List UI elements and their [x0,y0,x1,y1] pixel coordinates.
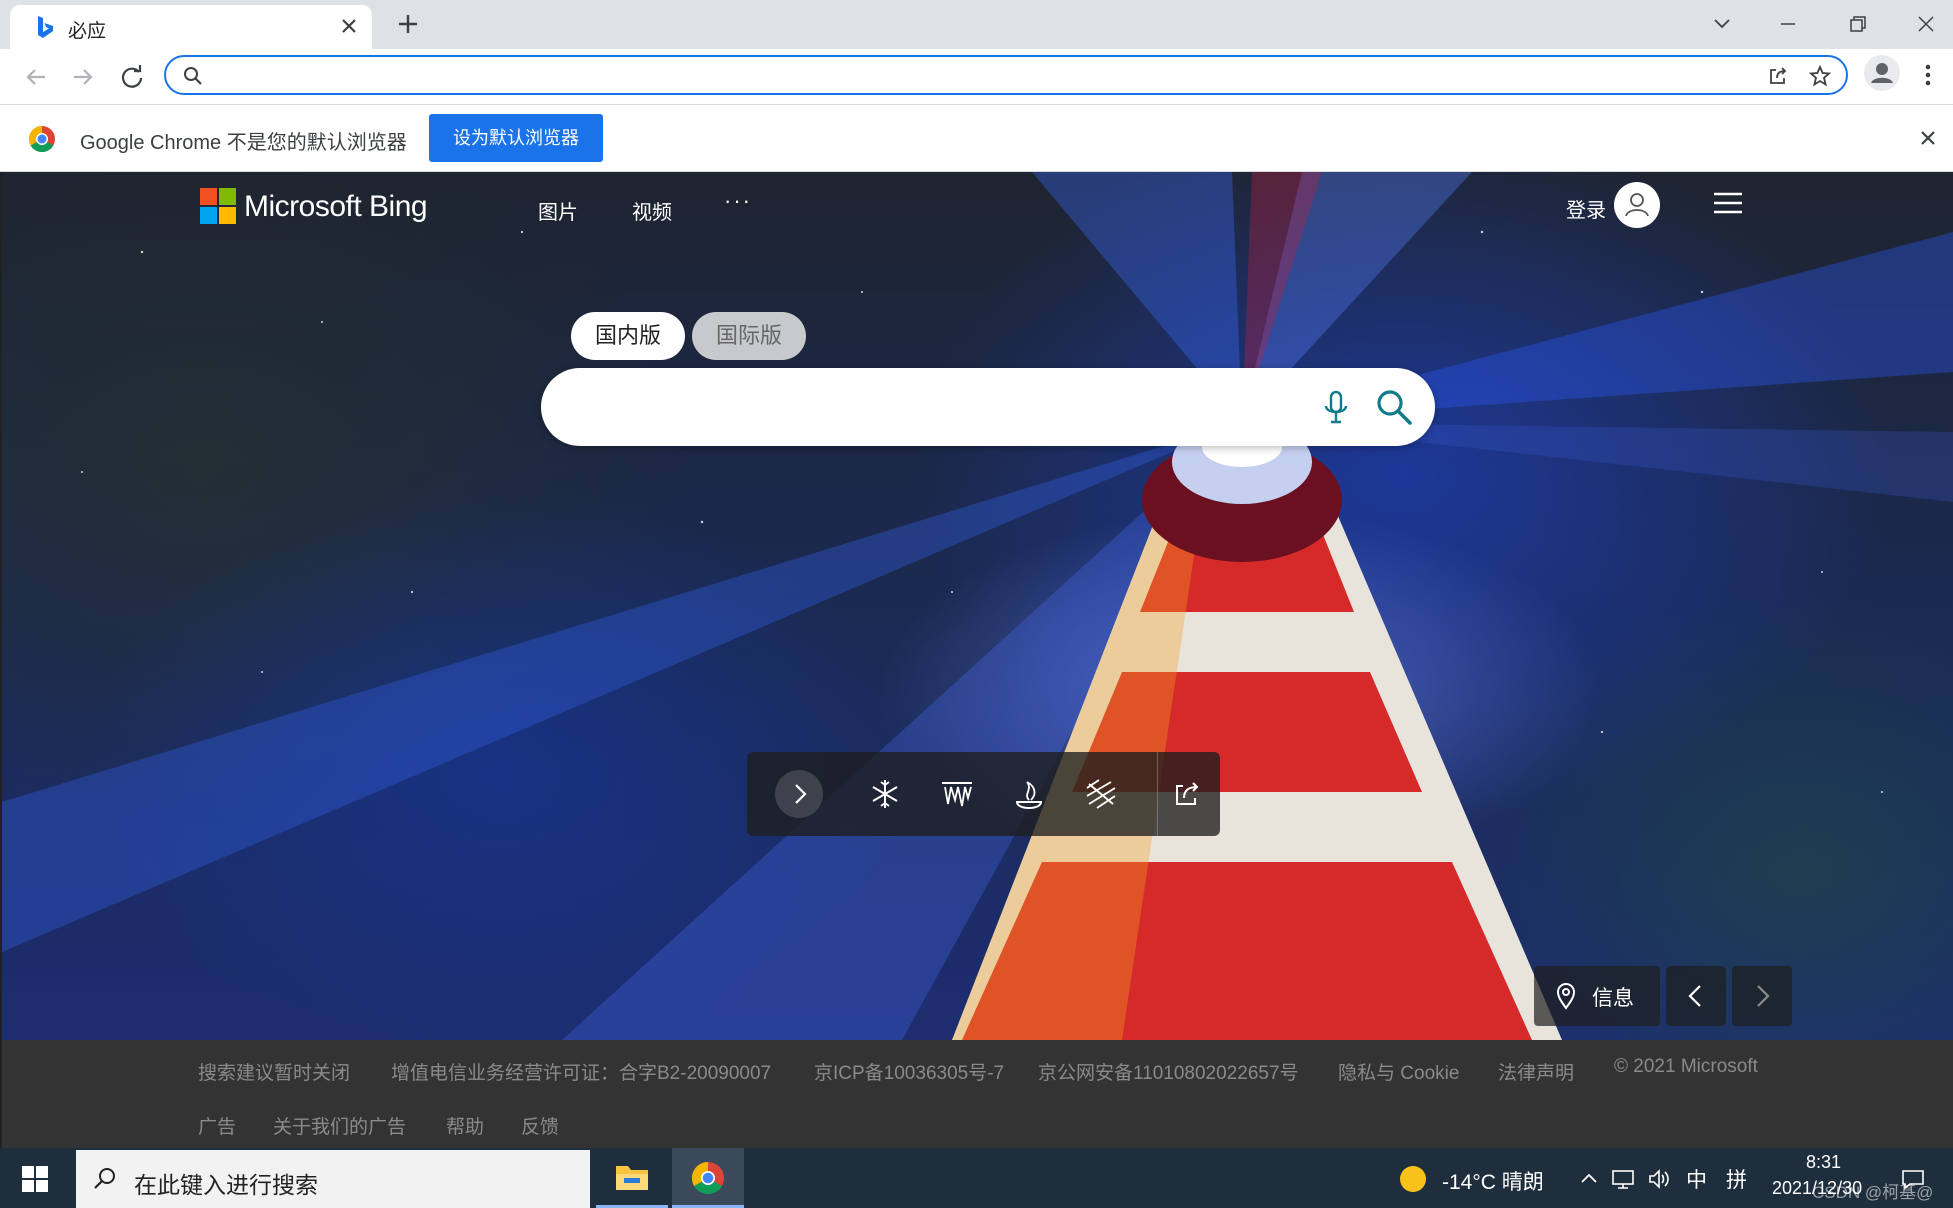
expand-toolbar-button[interactable] [775,770,823,818]
location-pin-icon [1556,983,1576,1010]
login-avatar[interactable] [1614,182,1660,228]
toolbar-divider [1157,752,1158,836]
search-icon [94,1168,115,1189]
bing-search-input[interactable] [575,388,1319,428]
tab-search-chevron-icon[interactable] [1706,8,1738,40]
lighthouse-background-image [2,172,1953,1040]
bing-search-box [541,368,1435,446]
share-icon[interactable] [1766,64,1790,88]
windows-taskbar: 在此键入进行搜索 -14°C 晴朗 中 拼 8:31 2021/12/30 CS… [0,1148,1953,1208]
microsoft-logo-icon [200,188,236,224]
taskbar-search-placeholder: 在此键入进行搜索 [134,1172,318,1198]
tab-title: 必应 [68,21,107,42]
reload-icon[interactable] [117,62,147,92]
profile-button[interactable] [1864,55,1900,91]
network-icon[interactable] [1610,1166,1636,1192]
bing-favicon-icon [38,16,53,38]
info-label: 信息 [1592,987,1634,1010]
hamburger-menu-icon[interactable] [1712,190,1744,216]
close-infobar-icon[interactable] [1917,127,1939,149]
microphone-icon[interactable] [1321,388,1351,428]
image-info-button[interactable]: 信息 [1534,966,1660,1026]
chrome-icon [691,1162,724,1195]
snowflake-icon[interactable] [865,774,905,814]
chevron-left-icon [1688,985,1701,1007]
chrome-menu-icon[interactable] [1914,61,1942,89]
tab-china-version[interactable]: 国内版 [571,312,685,360]
weather-text[interactable]: -14°C 晴朗 [1442,1166,1544,1196]
close-window-icon[interactable] [1910,8,1942,40]
previous-image-button[interactable] [1666,966,1726,1026]
windows-start-icon[interactable] [22,1166,48,1192]
login-link[interactable]: 登录 [1566,194,1606,223]
search-submit-icon[interactable] [1373,386,1415,428]
minimize-icon[interactable] [1772,8,1804,40]
bookmark-star-icon[interactable] [1808,64,1832,88]
chevron-right-icon [1757,985,1770,1007]
volume-icon[interactable] [1646,1166,1672,1192]
default-browser-infobar: Google Chrome 不是您的默认浏览器 设为默认浏览器 [0,104,1953,172]
footer-link-help[interactable]: 帮助 [446,1112,484,1139]
share-icon[interactable] [1167,774,1207,814]
footer-link-police[interactable]: 京公网安备11010802022657号 [1038,1058,1299,1085]
footer-link-privacy[interactable]: 隐私与 Cookie [1338,1058,1459,1085]
weather-lines-icon[interactable] [1081,774,1121,814]
sun-weather-icon [1400,1166,1426,1192]
icicles-icon[interactable] [937,774,977,814]
close-tab-icon[interactable] [338,15,360,37]
footer-link-ads[interactable]: 广告 [198,1112,236,1139]
new-tab-icon[interactable] [394,10,422,38]
footer-link-feedback[interactable]: 反馈 [521,1112,559,1139]
browser-toolbar [0,49,1953,104]
footer-link-license[interactable]: 增值电信业务经营许可证：合字B2-20090007 [391,1058,771,1085]
folder-icon [616,1166,648,1190]
taskbar-search-box[interactable]: 在此键入进行搜索 [76,1150,590,1208]
notification-icon[interactable] [1900,1166,1926,1192]
chevron-up-icon[interactable] [1576,1166,1602,1192]
profile-icon [1871,63,1893,83]
bing-logo-text: Microsoft Bing [244,190,428,223]
forward-icon[interactable] [68,62,98,92]
chrome-taskbar-button[interactable] [672,1148,744,1208]
restore-icon[interactable] [1842,8,1874,40]
footer-link-about-ads[interactable]: 关于我们的广告 [273,1112,406,1139]
browser-tab[interactable]: 必应 [10,5,372,49]
input-language[interactable]: 中 [1686,1164,1707,1194]
footer-link-suggestions[interactable]: 搜索建议暂时关闭 [198,1058,350,1085]
wallpaper-toolbar [747,752,1220,836]
nav-more[interactable]: ··· [724,188,752,214]
hot-spring-icon[interactable] [1009,774,1049,814]
bing-homepage: Microsoft Bing 图片 视频 ··· 登录 国内版 国际版 信息 [2,172,1953,1040]
set-default-browser-button[interactable]: 设为默认浏览器 [429,114,603,162]
search-icon [184,67,202,85]
bing-footer: 搜索建议暂时关闭 增值电信业务经营许可证：合字B2-20090007 京ICP备… [2,1040,1953,1148]
microsoft-bing-logo[interactable]: Microsoft Bing [200,186,440,226]
tab-strip: 必应 [0,0,1953,49]
nav-images[interactable]: 图片 [538,196,578,225]
footer-link-legal[interactable]: 法律声明 [1498,1058,1574,1085]
chrome-logo-icon [28,125,55,153]
nav-videos[interactable]: 视频 [632,196,672,225]
clock-time[interactable]: 8:31 [1806,1152,1841,1173]
address-bar[interactable] [164,55,1898,95]
back-icon[interactable] [21,62,51,92]
copyright-text: © 2021 Microsoft [1614,1056,1758,1077]
footer-link-icp[interactable]: 京ICP备10036305号-7 [814,1058,1004,1085]
next-image-button[interactable] [1732,966,1792,1026]
chevron-right-icon [795,784,807,804]
infobar-message: Google Chrome 不是您的默认浏览器 [80,132,407,154]
user-icon [1625,193,1649,217]
ime-mode[interactable]: 拼 [1726,1164,1747,1194]
address-input[interactable] [214,61,1898,91]
file-explorer-button[interactable] [596,1148,668,1208]
tab-international-version[interactable]: 国际版 [692,312,806,360]
